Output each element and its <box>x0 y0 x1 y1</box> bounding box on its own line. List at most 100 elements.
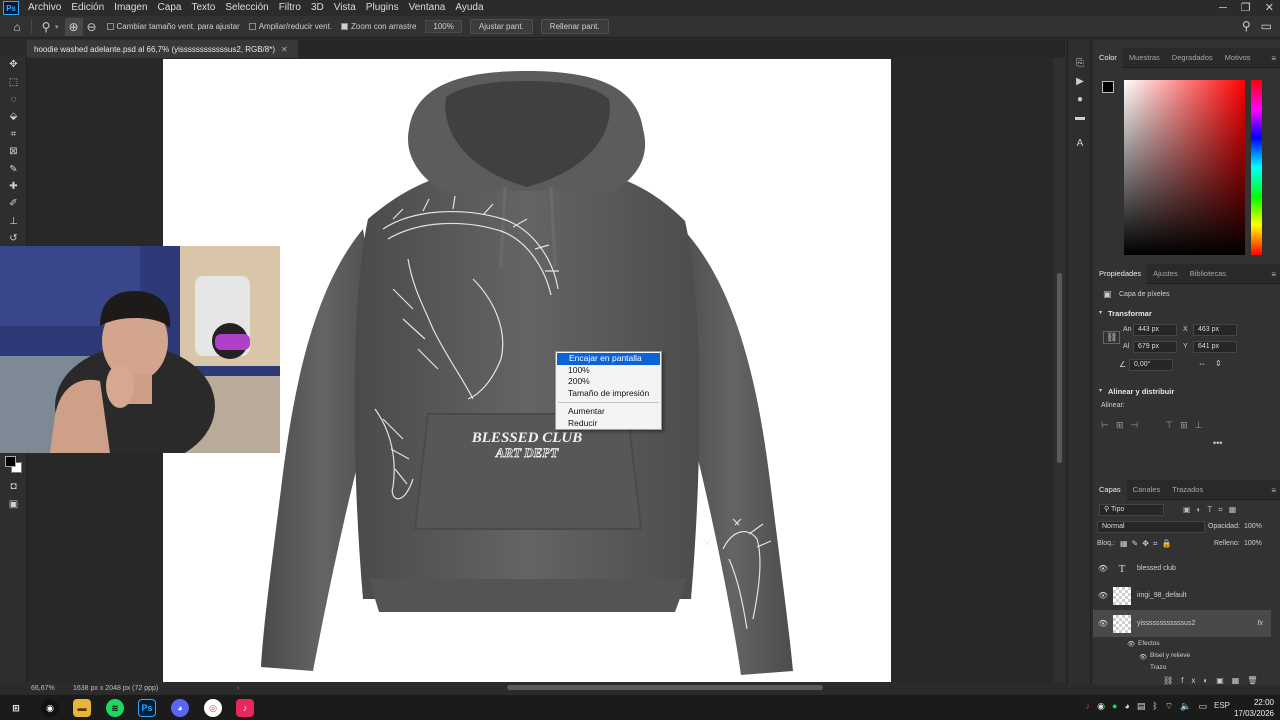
close-tab-icon[interactable]: ✕ <box>281 45 288 54</box>
tray-spotify-icon[interactable]: ● <box>1112 701 1117 712</box>
link-dimensions-icon[interactable]: ⛓ <box>1103 331 1121 344</box>
photoshop-taskbar-icon[interactable]: Ps <box>138 699 156 717</box>
menu-ventana[interactable]: Ventana <box>404 0 451 16</box>
menu-item-print-size[interactable]: Tamaño de impresión <box>556 388 661 400</box>
object-selection-tool-icon[interactable]: ⬙ <box>0 108 27 125</box>
tab-channels[interactable]: Canales <box>1127 480 1167 500</box>
brush-presets-icon[interactable]: ● <box>1068 90 1092 108</box>
file-explorer-icon[interactable]: ▬ <box>73 699 91 717</box>
menu-capa[interactable]: Capa <box>153 0 187 16</box>
scrubby-zoom-checkbox[interactable]: Zoom con arrastre <box>341 22 416 31</box>
menu-archivo[interactable]: Archivo <box>23 0 66 16</box>
layer-filter-select[interactable]: ⚲ Tipo <box>1099 504 1164 516</box>
layer-fx-badge[interactable]: fx <box>1258 620 1263 627</box>
align-center-h-icon[interactable]: ⊞ <box>1116 420 1124 431</box>
zoom-out-icon[interactable]: ⊖ <box>83 18 101 36</box>
tiktok-icon[interactable]: ♪ <box>236 699 254 717</box>
workspace-icon[interactable]: ▭ <box>1261 19 1272 33</box>
restore-icon[interactable]: ❐ <box>1241 0 1251 16</box>
align-bottom-icon[interactable]: ⊥ <box>1195 420 1203 431</box>
menu-texto[interactable]: Texto <box>186 0 220 16</box>
visibility-eye-icon[interactable]: 👁 <box>1093 564 1113 573</box>
fill-screen-button[interactable]: Rellenar pant. <box>540 19 609 34</box>
layer-row-yissus[interactable]: 👁 yissssssssssssus2 fx <box>1093 610 1271 637</box>
opacity-value[interactable]: 100% <box>1244 523 1262 530</box>
home-icon[interactable]: ⌂ <box>8 18 26 36</box>
tool-preset-chevron-icon[interactable]: ▾ <box>55 23 59 31</box>
crop-tool-icon[interactable]: ⌗ <box>0 126 27 143</box>
menu-vista[interactable]: Vista <box>329 0 361 16</box>
system-clock[interactable]: 22:00 17/03/2026 <box>1234 697 1274 719</box>
layer-row-imgi-98[interactable]: 👁 imgi_98_default <box>1093 582 1271 609</box>
fill-value[interactable]: 100% <box>1244 540 1262 547</box>
transform-chevron-icon[interactable]: ▾ <box>1099 309 1102 316</box>
align-middle-v-icon[interactable]: ⊞ <box>1180 420 1188 431</box>
layer-actions-icons[interactable]: ⛓fx◐▣▦🗑 <box>1163 676 1265 685</box>
quick-mask-icon[interactable]: ◘ <box>0 478 27 495</box>
zoom-all-windows-checkbox[interactable]: Ampliar/reducir vent. <box>248 22 332 31</box>
menu-item-fit-screen[interactable]: Encajar en pantalla <box>557 353 660 365</box>
menu-ayuda[interactable]: Ayuda <box>450 0 488 16</box>
obs-icon[interactable]: ◉ <box>41 699 59 717</box>
lock-icons[interactable]: ▦✎✥⌗🔒 <box>1120 539 1175 549</box>
tab-color[interactable]: Color <box>1093 47 1123 68</box>
tab-libraries[interactable]: Bibliotecas <box>1184 264 1232 284</box>
color-panel-menu-icon[interactable]: ≡ <box>1271 54 1276 63</box>
tab-paths[interactable]: Trazados <box>1166 480 1209 500</box>
y-field[interactable]: 641 px <box>1193 341 1237 353</box>
color-picker-field[interactable] <box>1124 80 1245 255</box>
spotify-icon[interactable]: ≋ <box>106 699 124 717</box>
align-right-icon[interactable]: ⊣ <box>1130 420 1138 431</box>
frame-tool-icon[interactable]: ⊠ <box>0 143 27 160</box>
tray-battery-icon[interactable]: ▭ <box>1198 701 1207 712</box>
panel-foreground-swatch[interactable] <box>1102 81 1114 93</box>
windows-start-icon[interactable]: ⊞ <box>7 699 25 717</box>
layer-filter-icons[interactable]: ▣◐T⌗▦ <box>1183 505 1242 515</box>
blend-mode-select[interactable]: Normal <box>1097 521 1205 533</box>
tray-tiktok-icon[interactable]: ♪ <box>1086 701 1091 712</box>
keyboard-language[interactable]: ESP <box>1214 701 1230 712</box>
tab-gradients[interactable]: Degradados <box>1166 48 1219 68</box>
tab-patterns[interactable]: Motivos <box>1219 48 1257 68</box>
menu-imagen[interactable]: Imagen <box>109 0 152 16</box>
search-icon[interactable]: ⚲ <box>1242 19 1251 33</box>
foreground-background-colors[interactable] <box>5 456 23 474</box>
tray-volume-icon[interactable]: 🔈 <box>1180 701 1191 712</box>
menu-item-zoom-out[interactable]: Reducir <box>556 418 661 430</box>
layer-row-blessed-club[interactable]: 👁 T blessed club <box>1093 555 1271 582</box>
align-chevron-icon[interactable]: ▾ <box>1099 387 1102 394</box>
tray-app-icon[interactable]: ◉ <box>1097 701 1105 712</box>
status-zoom[interactable]: 66,67% <box>27 685 73 692</box>
tab-layers[interactable]: Capas <box>1093 479 1127 500</box>
x-field[interactable]: 463 px <box>1193 324 1237 336</box>
tray-network-icon[interactable]: ▤ <box>1137 701 1146 712</box>
tray-bluetooth-icon[interactable]: ᛒ <box>1152 701 1157 712</box>
effects-eye-icon[interactable]: 👁 <box>1127 640 1135 648</box>
menu-item-200[interactable]: 200% <box>556 376 661 388</box>
clone-stamp-tool-icon[interactable]: ⊥ <box>0 213 27 230</box>
document-tab[interactable]: hoodie washed adelante.psd al 66,7% (yis… <box>27 40 298 58</box>
lasso-tool-icon[interactable]: ◌ <box>0 91 27 108</box>
vertical-scrollbar[interactable] <box>1054 58 1065 682</box>
flip-vertical-icon[interactable]: ⇕ <box>1215 359 1222 368</box>
screen-mode-icon[interactable]: ▣ <box>0 496 27 513</box>
brush-tool-icon[interactable]: ✐ <box>0 195 27 212</box>
move-tool-icon[interactable]: ✥ <box>0 56 27 73</box>
angle-field[interactable]: 0,00° <box>1129 359 1173 371</box>
chrome-icon[interactable]: ◎ <box>204 699 222 717</box>
close-icon[interactable]: ✕ <box>1265 0 1274 16</box>
effect-bevel-emboss[interactable]: Bisel y relieve <box>1150 652 1190 659</box>
menu-filtro[interactable]: Filtro <box>274 0 306 16</box>
resize-windows-checkbox[interactable]: Cambiar tamaño vent. para ajustar <box>106 22 240 31</box>
tray-wifi-icon[interactable]: ⌔ <box>1165 701 1173 712</box>
align-top-icon[interactable]: ⊤ <box>1165 420 1173 431</box>
align-left-icon[interactable]: ⊢ <box>1101 420 1109 431</box>
menu-item-zoom-in[interactable]: Aumentar <box>556 406 661 418</box>
menu-item-100[interactable]: 100% <box>556 365 661 377</box>
hue-slider[interactable] <box>1251 80 1262 255</box>
width-field[interactable]: 443 px <box>1133 324 1177 336</box>
marquee-tool-icon[interactable]: ⬚ <box>0 73 27 90</box>
zoom-value-field[interactable]: 100% <box>425 20 462 33</box>
layers-menu-icon[interactable]: ≡ <box>1271 486 1276 495</box>
more-options-icon[interactable]: ••• <box>1213 438 1222 448</box>
